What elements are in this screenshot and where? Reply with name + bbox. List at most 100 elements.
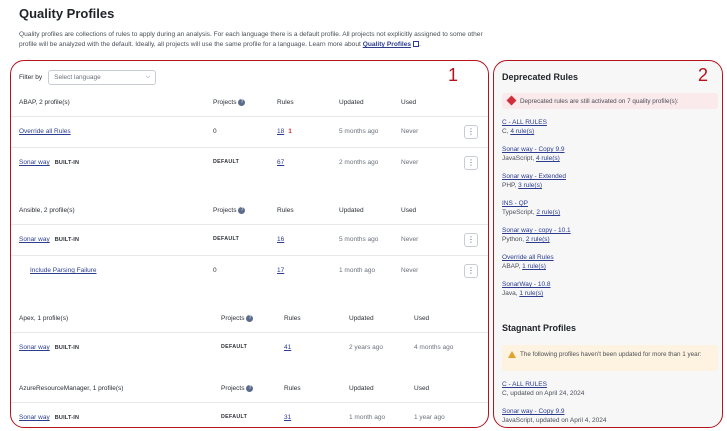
page-intro: Quality profiles are collections of rule… xyxy=(19,30,489,50)
profile-name-cell: Sonar way BUILT-IN xyxy=(19,344,79,351)
language-select[interactable]: Select language ⌵ xyxy=(48,70,157,85)
updated-value: 2 months ago xyxy=(339,159,379,166)
stagnant-profiles-title: Stagnant Profiles xyxy=(502,323,577,333)
deprecated-rules-title: Deprecated Rules xyxy=(502,72,579,82)
list-item: Sonar way - copy - 10.1 Python, 2 rule(s) xyxy=(502,227,571,243)
profile-actions-button[interactable]: ⋮ xyxy=(464,233,478,247)
col-used: Used xyxy=(414,385,430,392)
more-vertical-icon: ⋮ xyxy=(467,235,475,244)
rules-count-link[interactable]: 17 xyxy=(277,267,284,274)
page-title: Quality Profiles xyxy=(19,6,115,21)
profile-name-link[interactable]: Sonar way xyxy=(19,414,50,421)
used-value: Never xyxy=(401,159,419,166)
profile-name-link[interactable]: Sonar way xyxy=(19,159,50,166)
more-vertical-icon: ⋮ xyxy=(467,158,475,167)
profile-actions-button[interactable]: ⋮ xyxy=(464,125,478,139)
updated-value: 5 months ago xyxy=(339,128,379,135)
table-row: Sonar way BUILT-IN DEFAULT 31 1 month ago… xyxy=(11,402,488,427)
profile-actions-button[interactable]: ⋮ xyxy=(464,156,478,170)
quality-profiles-docs-link[interactable]: Quality Profiles xyxy=(363,41,411,48)
profile-link[interactable]: C - ALL RULES xyxy=(502,119,571,126)
profile-meta: JavaScript, updated on April 4, 2024 xyxy=(502,417,607,424)
col-projects: Projects? xyxy=(221,315,254,322)
builtin-badge: BUILT-IN xyxy=(54,415,80,421)
used-value: 1 year ago xyxy=(414,414,445,421)
chevron-down-icon: ⌵ xyxy=(145,74,151,80)
profiles-list-panel: 1 Filter by Select language ⌵ ABAP, 2 pr… xyxy=(10,60,489,428)
builtin-badge: BUILT-IN xyxy=(54,345,80,351)
stagnant-warning-text: The following profiles haven't been upda… xyxy=(520,351,702,358)
rules-link[interactable]: 1 rule(s) xyxy=(522,263,546,270)
warning-icon xyxy=(508,351,516,358)
rules-count-link[interactable]: 67 xyxy=(277,159,284,166)
profile-link[interactable]: Override all Rules xyxy=(502,254,571,261)
col-updated: Updated xyxy=(339,99,364,106)
updated-value: 2 years ago xyxy=(349,344,383,351)
builtin-badge: BUILT-IN xyxy=(54,237,80,243)
profile-link[interactable]: SonarWay - 10.8 xyxy=(502,281,571,288)
list-item: C - ALL RULES C, 4 rule(s) xyxy=(502,119,571,146)
section-header: ABAP, 2 profile(s) Projects? Rules Updat… xyxy=(11,99,488,113)
table-row: Override all Rules 0 18 1 5 months ago Ne… xyxy=(11,116,488,147)
profile-link[interactable]: Sonar way - Copy 9.9 xyxy=(502,408,606,415)
col-updated: Updated xyxy=(349,315,374,322)
col-used: Used xyxy=(401,99,417,106)
rules-link[interactable]: 3 rule(s) xyxy=(518,182,542,189)
default-badge: DEFAULT xyxy=(213,159,240,165)
profile-link[interactable]: Sonar way - copy - 10.1 xyxy=(502,227,571,234)
col-rules: Rules xyxy=(284,315,301,322)
more-vertical-icon: ⋮ xyxy=(467,127,475,136)
profile-name-cell: Sonar way BUILT-IN xyxy=(19,236,79,243)
used-value: Never xyxy=(401,236,419,243)
profile-link[interactable]: Sonar way - Copy 9.9 xyxy=(502,146,571,153)
list-item: INS - QP TypeScript, 2 rule(s) xyxy=(502,200,571,227)
evolution-sidebar: 2 Deprecated Rules Deprecated rules are … xyxy=(493,60,723,428)
language-filter: Filter by Select language ⌵ xyxy=(19,70,157,85)
rules-link[interactable]: 4 rule(s) xyxy=(510,128,534,135)
profile-name-link[interactable]: Sonar way xyxy=(19,236,50,243)
profile-name-link[interactable]: Include Parsing Failure xyxy=(30,267,96,274)
help-icon[interactable]: ? xyxy=(246,385,254,392)
section-header: Apex, 1 profile(s) Projects? Rules Updat… xyxy=(11,315,488,329)
updated-value: 5 months ago xyxy=(339,236,379,243)
rules-link[interactable]: 2 rule(s) xyxy=(536,209,560,216)
help-icon[interactable]: ? xyxy=(246,315,254,322)
table-row: Sonar way BUILT-IN DEFAULT 67 2 months ag… xyxy=(11,147,488,178)
annotation-number-1: 1 xyxy=(448,65,459,85)
profile-link[interactable]: C - ALL RULES xyxy=(502,381,606,388)
rules-link[interactable]: 1 rule(s) xyxy=(519,290,543,297)
profile-link[interactable]: Sonar way - Extended xyxy=(502,173,571,180)
section-header: Ansible, 2 profile(s) Projects? Rules Up… xyxy=(11,207,488,221)
rules-count-link[interactable]: 41 xyxy=(284,344,291,351)
stagnant-profile-list: C - ALL RULES C, updated on April 24, 202… xyxy=(502,381,607,427)
table-row: Sonar way BUILT-IN DEFAULT 16 5 months ag… xyxy=(11,224,488,255)
profile-name-link[interactable]: Override all Rules xyxy=(19,128,71,135)
col-used: Used xyxy=(414,315,430,322)
deprecated-rules-link[interactable]: 1 xyxy=(288,128,292,135)
help-icon[interactable]: ? xyxy=(238,207,246,214)
deprecated-profile-list: C - ALL RULES C, 4 rule(s) Sonar way - Co… xyxy=(502,119,571,308)
profile-name-cell: Sonar way BUILT-IN xyxy=(19,414,79,421)
col-used: Used xyxy=(401,207,417,214)
profile-actions-button[interactable]: ⋮ xyxy=(464,264,478,278)
col-projects: Projects? xyxy=(213,207,246,214)
rules-count-link[interactable]: 18 xyxy=(277,128,284,135)
list-item: SonarWay - 10.8 Java, 1 rule(s) xyxy=(502,281,571,308)
help-icon[interactable]: ? xyxy=(238,99,246,106)
rules-link[interactable]: 2 rule(s) xyxy=(526,236,550,243)
list-item: Sonar way - Extended PHP, 3 rule(s) xyxy=(502,173,571,200)
rules-count-link[interactable]: 16 xyxy=(277,236,284,243)
col-rules: Rules xyxy=(277,99,294,106)
profile-link[interactable]: INS - QP xyxy=(502,200,571,207)
builtin-badge: BUILT-IN xyxy=(54,160,80,166)
rules-count-link[interactable]: 31 xyxy=(284,414,291,421)
col-rules: Rules xyxy=(284,385,301,392)
rules-link[interactable]: 4 rule(s) xyxy=(536,155,560,162)
profile-name-link[interactable]: Sonar way xyxy=(19,344,50,351)
col-rules: Rules xyxy=(277,207,294,214)
col-projects: Projects? xyxy=(221,385,254,392)
projects-count: 0 xyxy=(213,267,217,274)
used-value: Never xyxy=(401,128,419,135)
filter-label: Filter by xyxy=(19,74,43,81)
error-icon xyxy=(506,95,517,106)
